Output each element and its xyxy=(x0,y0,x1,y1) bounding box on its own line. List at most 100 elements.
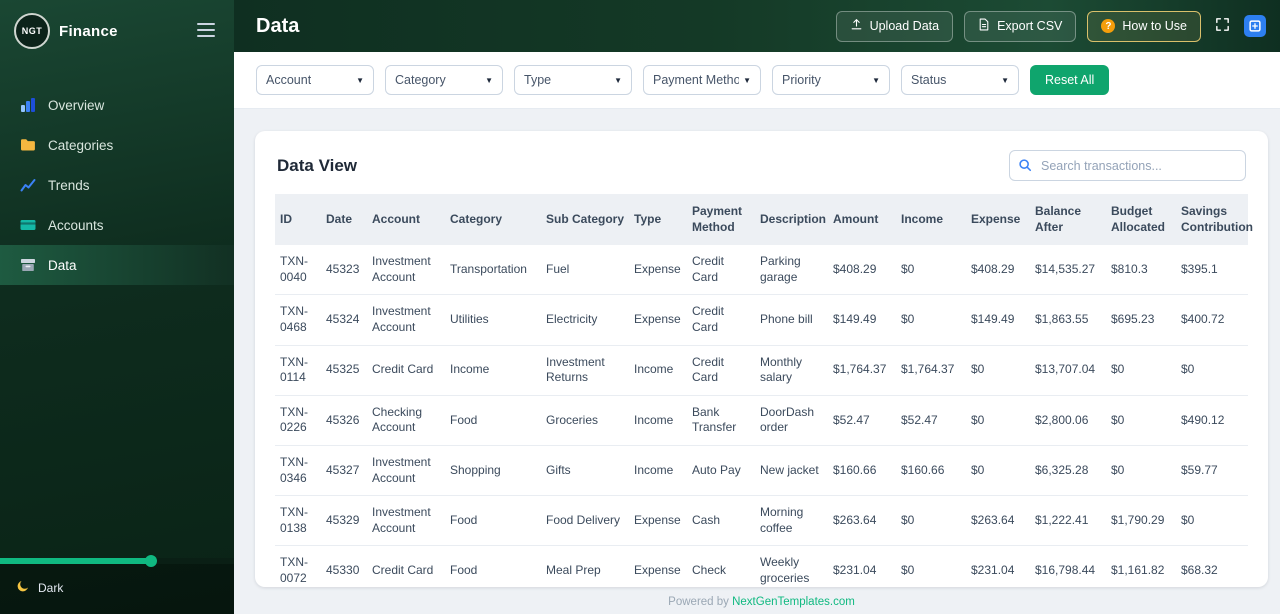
menu-toggle-button[interactable] xyxy=(192,18,220,45)
table-row[interactable]: TXN-0346 45327 Investment Account Shopping G… xyxy=(275,445,1248,497)
table-cell: $0 xyxy=(1106,345,1176,396)
table-scroll-area[interactable]: ID Date Account Category Sub Category Type Pay… xyxy=(275,194,1253,587)
filter-dropdown-priority[interactable]: Priority ▼ xyxy=(772,65,890,95)
reset-all-button[interactable]: Reset All xyxy=(1030,65,1110,95)
sidebar-item-label: Trends xyxy=(48,177,90,193)
sidebar: NGT Finance Overview Categories Trends A… xyxy=(0,0,234,614)
table-cell: $0 xyxy=(896,245,966,296)
table-row[interactable]: TXN-0468 45324 Investment Account Utilities… xyxy=(275,294,1248,346)
table-row[interactable]: TXN-0226 45326 Checking Account Food Groceri… xyxy=(275,395,1248,446)
table-cell: $13,707.04 xyxy=(1030,345,1106,396)
data-view-card: Data View Search transactions... ID Date… xyxy=(255,131,1268,587)
table-cell: $1,764.37 xyxy=(896,345,966,396)
table-cell: $695.23 xyxy=(1106,294,1176,346)
moon-icon xyxy=(16,579,30,596)
table-cell: TXN-0114 xyxy=(275,345,321,396)
column-header: Budget Allocated xyxy=(1106,194,1176,246)
table-cell: 45327 xyxy=(321,445,367,497)
column-header: Account xyxy=(367,194,445,246)
hamburger-icon xyxy=(196,22,216,41)
table-cell: $160.66 xyxy=(828,445,896,497)
sidebar-nav: Overview Categories Trends Accounts Data xyxy=(0,85,234,285)
search-icon xyxy=(1018,158,1032,172)
table-cell: $1,863.55 xyxy=(1030,294,1106,346)
table-cell: Expense xyxy=(629,245,687,296)
filter-dropdown-account[interactable]: Account ▼ xyxy=(256,65,374,95)
column-header: Balance After xyxy=(1030,194,1106,246)
table-cell: Credit Card xyxy=(687,245,755,296)
table-cell: Food xyxy=(445,495,541,547)
archive-icon xyxy=(20,257,36,273)
table-cell: $1,764.37 xyxy=(828,345,896,396)
table-cell: Groceries xyxy=(541,395,629,446)
table-cell: $231.04 xyxy=(828,545,896,587)
table-cell: $160.66 xyxy=(896,445,966,497)
footer-link[interactable]: NextGenTemplates.com xyxy=(732,596,855,608)
table-cell: $0 xyxy=(1106,445,1176,497)
column-header: Description xyxy=(755,194,828,246)
document-icon xyxy=(978,18,990,34)
header-actions: Upload Data Export CSV ? How to Use xyxy=(835,10,1266,42)
table-cell: $810.3 xyxy=(1106,245,1176,296)
table-cell: TXN-0346 xyxy=(275,445,321,497)
table-cell: 45330 xyxy=(321,545,367,587)
table-cell: Parking garage xyxy=(755,245,828,296)
table-cell: Income xyxy=(629,445,687,497)
filter-dropdown-label: Priority xyxy=(782,73,821,87)
table-cell: Phone bill xyxy=(755,294,828,346)
sidebar-item-label: Categories xyxy=(48,137,114,153)
fullscreen-button[interactable] xyxy=(1212,14,1233,38)
how-to-use-button[interactable]: ? How to Use xyxy=(1087,10,1201,42)
table-cell: Gifts xyxy=(541,445,629,497)
sidebar-progress-fill xyxy=(0,558,150,564)
chevron-down-icon: ▼ xyxy=(1001,75,1009,85)
table-cell: $1,222.41 xyxy=(1030,495,1106,547)
brand-name: Finance xyxy=(59,22,118,40)
export-csv-label: Export CSV xyxy=(997,19,1063,33)
sidebar-item-trends[interactable]: Trends xyxy=(0,165,234,205)
table-cell: $263.64 xyxy=(966,495,1030,547)
table-cell: 45324 xyxy=(321,294,367,346)
table-cell: $408.29 xyxy=(828,245,896,296)
upload-data-button[interactable]: Upload Data xyxy=(835,10,954,42)
filter-dropdown-status[interactable]: Status ▼ xyxy=(901,65,1019,95)
table-cell: Investment Account xyxy=(367,245,445,296)
theme-toggle-button[interactable]: Dark xyxy=(0,564,234,614)
table-cell: Food xyxy=(445,545,541,587)
table-row[interactable]: TXN-0072 45330 Credit Card Food Meal Prep Exp… xyxy=(275,545,1248,587)
chevron-down-icon: ▼ xyxy=(485,75,493,85)
filter-dropdowns: Account ▼ Category ▼ Type ▼ Payment Method ▼ Pri… xyxy=(256,65,1019,95)
table-row[interactable]: TXN-0040 45323 Investment Account Transport… xyxy=(275,245,1248,296)
sidebar-item-overview[interactable]: Overview xyxy=(0,85,234,125)
table-cell: Investment Account xyxy=(367,495,445,547)
table-cell: TXN-0072 xyxy=(275,545,321,587)
column-header: Amount xyxy=(828,194,896,246)
table-cell: Credit Card xyxy=(687,294,755,346)
table-row[interactable]: TXN-0114 45325 Credit Card Income Investment… xyxy=(275,345,1248,396)
column-header: Payment Method xyxy=(687,194,755,246)
export-csv-button[interactable]: Export CSV xyxy=(964,10,1077,42)
filter-dropdown-type[interactable]: Type ▼ xyxy=(514,65,632,95)
column-header: Expense xyxy=(966,194,1030,246)
sidebar-item-accounts[interactable]: Accounts xyxy=(0,205,234,245)
table-cell: $408.29 xyxy=(966,245,1030,296)
table-cell: $400.72 xyxy=(1176,294,1248,346)
table-cell: $6,325.28 xyxy=(1030,445,1106,497)
table-row[interactable]: TXN-0138 45329 Investment Account Food Food … xyxy=(275,495,1248,547)
extension-icon[interactable] xyxy=(1244,15,1266,37)
upload-icon xyxy=(850,18,863,34)
sidebar-item-data[interactable]: Data xyxy=(0,245,234,285)
page-title: Data xyxy=(256,14,300,37)
table-cell: TXN-0040 xyxy=(275,245,321,296)
table-cell: Utilities xyxy=(445,294,541,346)
search-input[interactable] xyxy=(1009,150,1246,181)
table-cell: Expense xyxy=(629,294,687,346)
table-cell: TXN-0468 xyxy=(275,294,321,346)
brand-logo: NGT xyxy=(14,13,50,49)
sidebar-item-categories[interactable]: Categories xyxy=(0,125,234,165)
filter-dropdown-label: Category xyxy=(395,73,446,87)
chevron-down-icon: ▼ xyxy=(614,75,622,85)
filter-dropdown-payment-method[interactable]: Payment Method ▼ xyxy=(643,65,761,95)
filter-dropdown-category[interactable]: Category ▼ xyxy=(385,65,503,95)
table-cell: Electricity xyxy=(541,294,629,346)
